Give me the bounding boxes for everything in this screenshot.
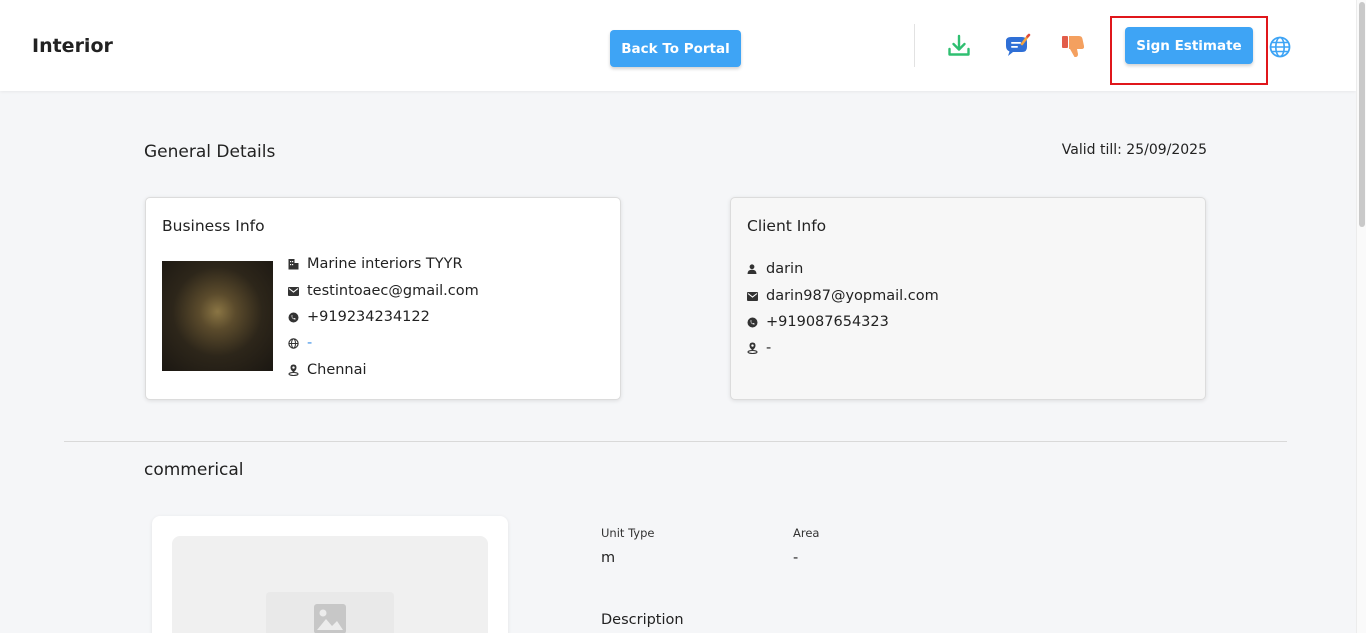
- business-location-row: Chennai: [288, 362, 367, 378]
- page-scrollbar[interactable]: [1356, 0, 1366, 633]
- globe-icon[interactable]: [1265, 32, 1295, 62]
- mail-icon: [288, 286, 306, 296]
- globe-small-icon: [288, 337, 306, 349]
- chat-icon[interactable]: [1002, 31, 1032, 61]
- business-email: testintoaec@gmail.com: [307, 283, 479, 299]
- client-email: darin987@yopmail.com: [766, 288, 939, 304]
- client-name-row: darin: [747, 261, 803, 277]
- business-location: Chennai: [307, 362, 367, 378]
- business-name: Marine interiors TYYR: [307, 256, 463, 272]
- client-info-card: Client Info darin darin987@yopmail.com +…: [730, 197, 1206, 400]
- business-info-card: Business Info Marine interiors TYYR test…: [145, 197, 621, 400]
- business-phone: +919234234122: [307, 309, 430, 325]
- item-image-placeholder: [172, 536, 488, 633]
- dislike-icon[interactable]: [1058, 31, 1088, 61]
- download-icon[interactable]: [944, 31, 974, 61]
- client-name: darin: [766, 261, 804, 277]
- description-label: Description: [601, 612, 684, 628]
- business-website-link[interactable]: -: [307, 335, 312, 351]
- app-title: Interior: [32, 35, 113, 57]
- business-info-title: Business Info: [162, 217, 265, 235]
- area-label: Area: [793, 526, 820, 540]
- scrollbar-thumb[interactable]: [1359, 2, 1365, 227]
- business-email-row: testintoaec@gmail.com: [288, 283, 479, 299]
- sign-estimate-highlight: [1110, 16, 1268, 85]
- general-details-title: General Details: [144, 142, 276, 162]
- client-location: -: [766, 340, 772, 356]
- item-image-card: [152, 516, 508, 633]
- back-to-portal-button[interactable]: Back To Portal: [610, 30, 741, 67]
- section-divider: [64, 441, 1287, 442]
- location-pin-icon: [747, 342, 765, 354]
- client-info-title: Client Info: [747, 217, 827, 235]
- header-divider: [914, 24, 915, 67]
- business-phone-row: +919234234122: [288, 309, 430, 325]
- client-email-row: darin987@yopmail.com: [747, 288, 939, 304]
- item-section-title: commerical: [144, 460, 244, 480]
- mail-icon: [747, 291, 765, 301]
- unit-type-value: m: [601, 550, 616, 566]
- client-phone-row: +919087654323: [747, 314, 889, 330]
- client-phone: +919087654323: [766, 314, 889, 330]
- location-pin-icon: [288, 364, 306, 376]
- client-location-row: -: [747, 340, 771, 356]
- building-icon: [288, 258, 306, 270]
- valid-till-text: Valid till: 25/09/2025: [1061, 142, 1207, 158]
- phone-icon: [747, 317, 765, 328]
- business-website-row: -: [288, 335, 312, 351]
- phone-icon: [288, 312, 306, 323]
- unit-type-label: Unit Type: [601, 526, 655, 540]
- image-icon: [314, 604, 346, 633]
- area-value: -: [793, 550, 799, 566]
- business-logo: [162, 261, 273, 371]
- business-name-row: Marine interiors TYYR: [288, 256, 463, 272]
- user-icon: [747, 264, 765, 274]
